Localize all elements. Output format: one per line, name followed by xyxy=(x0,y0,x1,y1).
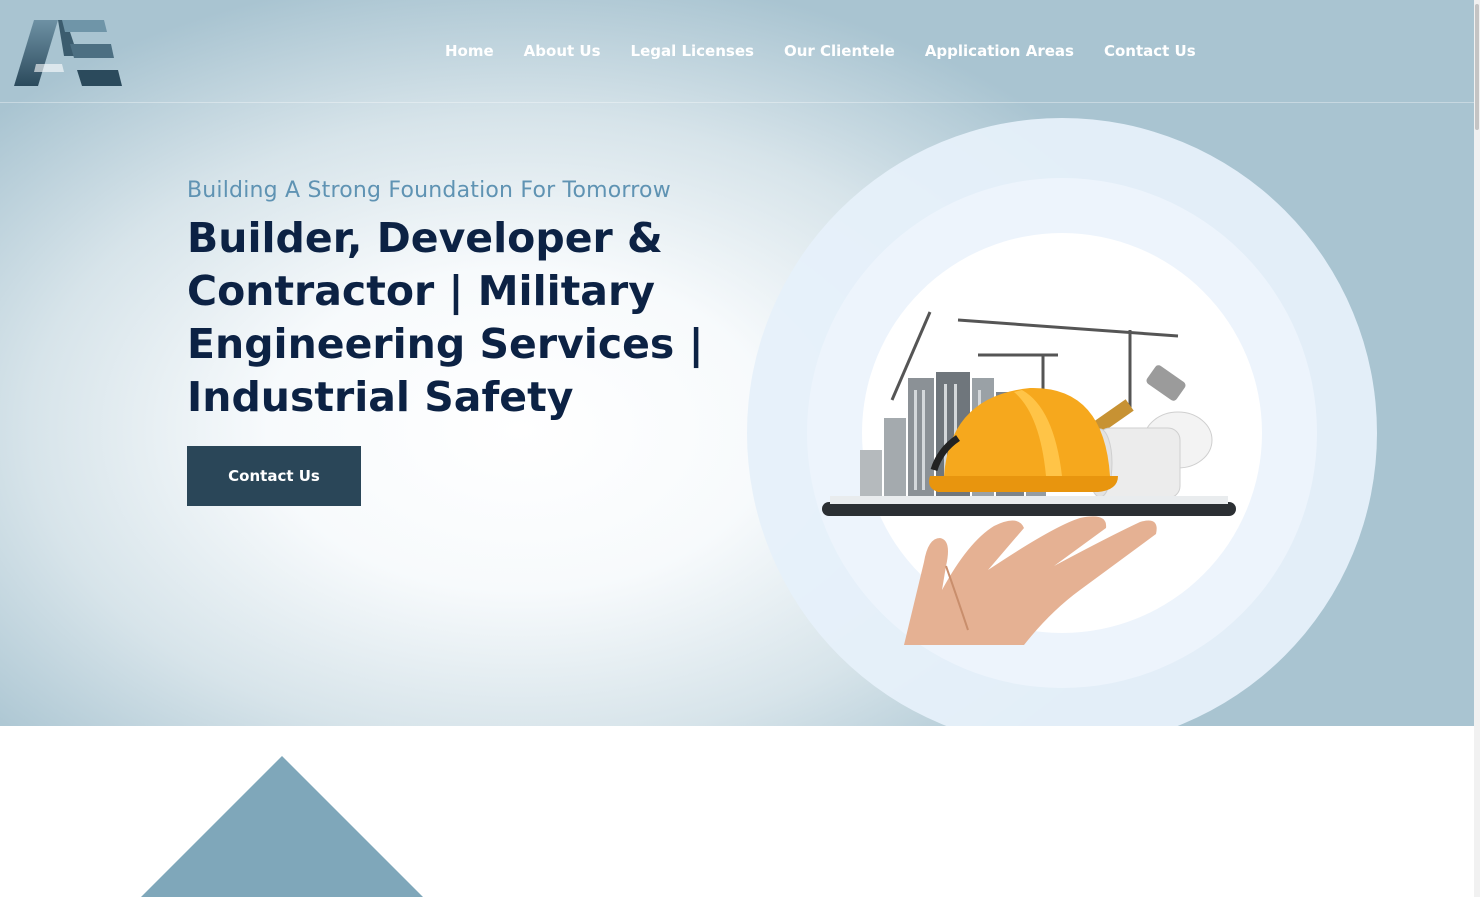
contact-us-button[interactable]: Contact Us xyxy=(187,446,361,506)
main-nav: Home About Us Legal Licenses Our Cliente… xyxy=(430,42,1211,60)
hero-section: Home About Us Legal Licenses Our Cliente… xyxy=(0,0,1474,726)
company-logo[interactable] xyxy=(14,20,122,88)
nav-about-us[interactable]: About Us xyxy=(509,42,616,60)
nav-our-clientele[interactable]: Our Clientele xyxy=(769,42,910,60)
nav-application-areas[interactable]: Application Areas xyxy=(910,42,1089,60)
vertical-scrollbar-track[interactable] xyxy=(1474,0,1480,897)
nav-contact-us[interactable]: Contact Us xyxy=(1089,42,1211,60)
decorative-triangle xyxy=(141,756,423,897)
vertical-scrollbar-thumb[interactable] xyxy=(1475,4,1479,130)
construction-helmet-on-tablet-icon xyxy=(822,311,1236,645)
site-header: Home About Us Legal Licenses Our Cliente… xyxy=(0,2,1474,103)
nav-legal-licenses[interactable]: Legal Licenses xyxy=(616,42,769,60)
hero-tagline: Building A Strong Foundation For Tomorro… xyxy=(187,178,671,203)
nav-home[interactable]: Home xyxy=(430,42,509,60)
hero-headline: Builder, Developer & Contractor | Milita… xyxy=(187,214,704,421)
